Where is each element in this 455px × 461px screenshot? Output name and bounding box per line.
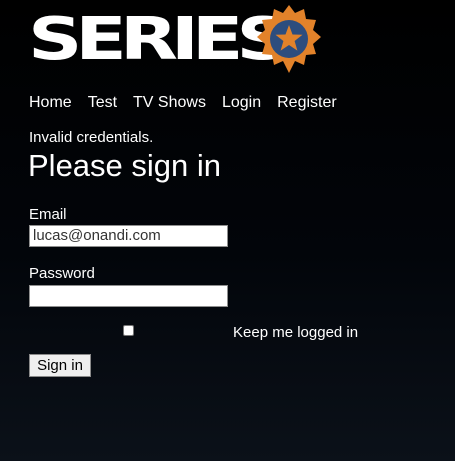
star-badge-icon [257, 5, 321, 73]
nav-home-link[interactable]: Home [29, 94, 72, 112]
password-label: Password [29, 265, 95, 282]
logo-wordmark: SERIES [28, 5, 291, 74]
nav-tv-shows-link[interactable]: TV Shows [133, 94, 206, 112]
remember-me-label: Keep me logged in [233, 324, 359, 341]
site-logo[interactable]: SERIES [28, 4, 328, 82]
email-field[interactable]: lucas@onandi.com [29, 225, 228, 247]
page-title: Please sign in [28, 148, 222, 183]
password-field[interactable] [29, 285, 228, 307]
sign-in-button[interactable]: Sign in [29, 354, 91, 377]
email-label: Email [29, 206, 67, 223]
nav-test-link[interactable]: Test [88, 94, 117, 112]
main-nav: Home Test TV Shows Login Register [29, 94, 337, 112]
nav-login-link[interactable]: Login [222, 94, 261, 112]
remember-me-checkbox[interactable] [123, 325, 134, 336]
nav-register-link[interactable]: Register [277, 94, 337, 112]
error-message: Invalid credentials. [29, 129, 154, 146]
